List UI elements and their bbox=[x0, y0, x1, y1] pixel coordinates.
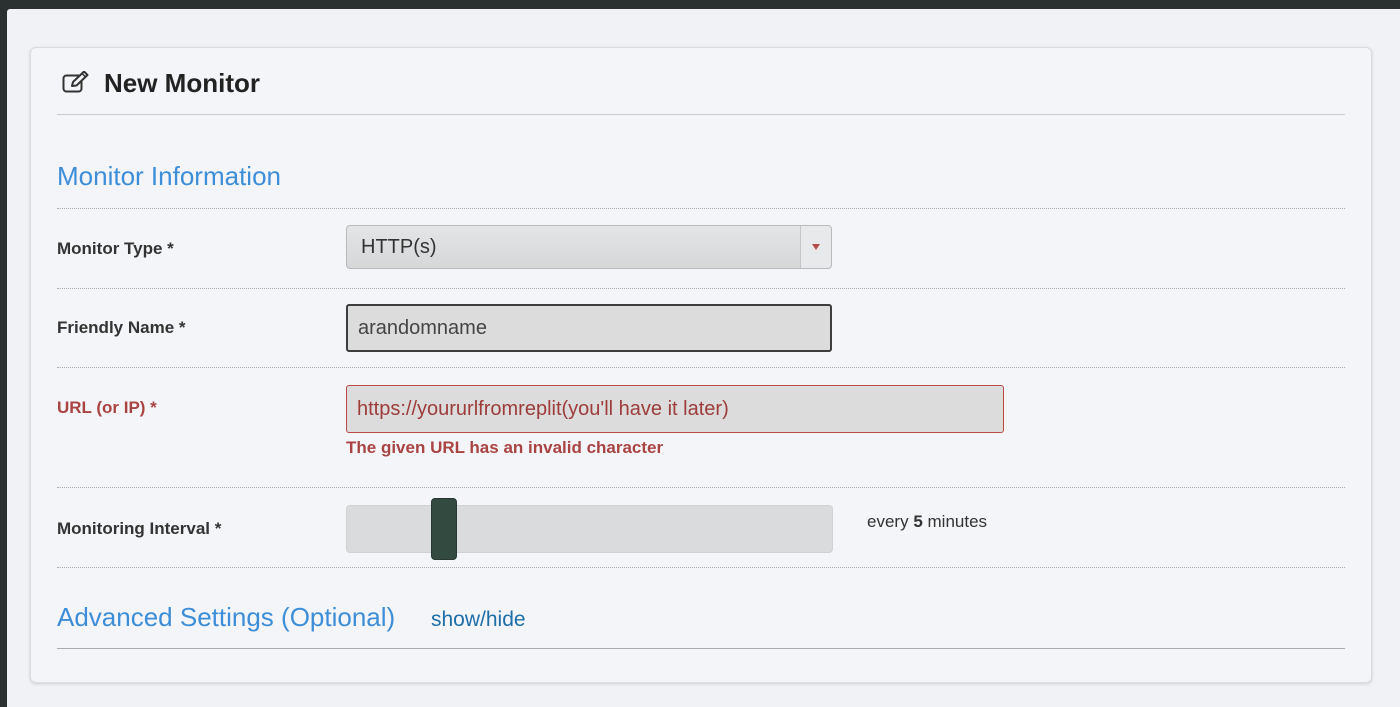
edit-icon bbox=[62, 70, 90, 95]
monitoring-interval-label: Monitoring Interval * bbox=[57, 519, 222, 538]
url-error-message: The given URL has an invalid character bbox=[346, 438, 664, 457]
interval-slider-track[interactable] bbox=[346, 505, 833, 553]
interval-value: 5 bbox=[913, 512, 923, 531]
interval-prefix: every bbox=[867, 512, 909, 531]
advanced-settings-toggle-link[interactable]: show/hide bbox=[431, 608, 526, 632]
friendly-name-input[interactable] bbox=[346, 304, 832, 352]
monitor-type-select[interactable]: HTTP(s) bbox=[346, 225, 832, 269]
section-divider bbox=[57, 648, 1345, 649]
page-title: New Monitor bbox=[104, 68, 260, 98]
row-divider bbox=[57, 487, 1345, 488]
dropdown-toggle[interactable] bbox=[800, 226, 831, 268]
panel-header: New Monitor bbox=[57, 62, 1345, 115]
url-input[interactable] bbox=[346, 385, 1004, 433]
section-divider bbox=[57, 208, 1345, 209]
interval-suffix: minutes bbox=[927, 512, 988, 531]
url-label: URL (or IP) * bbox=[57, 398, 157, 417]
caret-down-icon bbox=[812, 244, 820, 250]
monitor-type-selected-value: HTTP(s) bbox=[361, 236, 437, 258]
row-divider bbox=[57, 567, 1345, 568]
section-title-monitor-information: Monitor Information bbox=[57, 161, 281, 191]
section-title-advanced-settings: Advanced Settings (Optional) bbox=[57, 602, 396, 632]
interval-slider-handle[interactable] bbox=[431, 498, 457, 560]
monitor-type-label: Monitor Type * bbox=[57, 239, 174, 258]
row-divider bbox=[57, 288, 1345, 289]
interval-readout: every 5 minutes bbox=[867, 512, 987, 532]
row-divider bbox=[57, 367, 1345, 368]
new-monitor-panel: New Monitor Monitor Information Monitor … bbox=[30, 47, 1372, 683]
friendly-name-label: Friendly Name * bbox=[57, 318, 186, 337]
